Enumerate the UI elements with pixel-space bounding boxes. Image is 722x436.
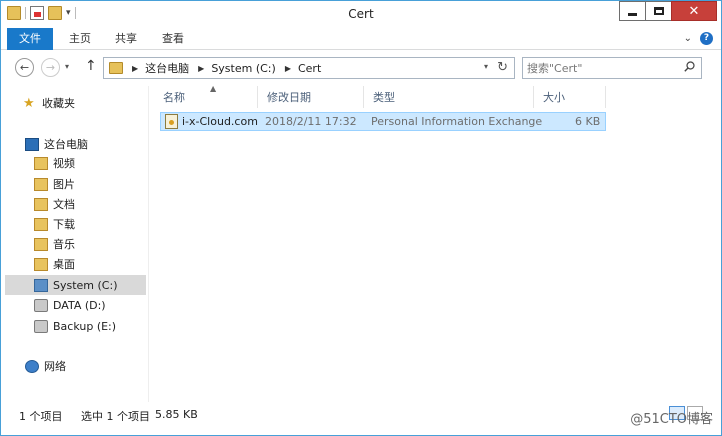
- breadcrumb-separator-icon[interactable]: ▶: [132, 64, 138, 73]
- sidebar-item-this-pc[interactable]: 这台电脑: [25, 134, 88, 154]
- documents-folder-icon: [34, 197, 48, 211]
- sidebar-item-label: 图片: [53, 178, 75, 191]
- file-date: 2018/2/11 17:32: [265, 115, 357, 128]
- file-size: 6 KB: [575, 115, 601, 128]
- sidebar-item-label: System (C:): [53, 278, 118, 292]
- refresh-icon[interactable]: ↻: [497, 60, 508, 75]
- sidebar-item-label: 收藏夹: [42, 97, 75, 110]
- status-bar: 1 个项目 选中 1 个项目 5.85 KB @51CTO博客: [1, 402, 721, 435]
- sidebar-item-downloads[interactable]: 下载: [34, 214, 75, 234]
- breadcrumb-system-c[interactable]: System (C:): [211, 62, 276, 75]
- sidebar-item-documents[interactable]: 文档: [34, 194, 75, 214]
- sort-ascending-icon: ▲: [210, 84, 217, 93]
- search-input[interactable]: [527, 60, 677, 76]
- navigation-bar: ← → ▾ ↑ ▶ 这台电脑 ▶ System (C:) ▶ Cert ▾ ↻: [1, 50, 721, 86]
- sidebar-item-label: 下载: [53, 218, 75, 231]
- downloads-folder-icon: [34, 217, 48, 231]
- tab-view[interactable]: 查看: [156, 28, 190, 50]
- pictures-folder-icon: [34, 177, 48, 191]
- recent-locations-dropdown-icon[interactable]: ▾: [65, 62, 69, 71]
- sidebar-item-data-d[interactable]: DATA (D:): [34, 295, 106, 315]
- minimize-icon: [628, 12, 637, 16]
- sidebar-item-network[interactable]: 网络: [25, 356, 66, 376]
- sidebar-item-music[interactable]: 音乐: [34, 234, 75, 254]
- search-box[interactable]: [522, 57, 702, 79]
- back-button[interactable]: ←: [15, 58, 34, 77]
- videos-folder-icon: [34, 156, 48, 170]
- arrow-left-icon: ←: [19, 61, 30, 74]
- sidebar-item-backup-e[interactable]: Backup (E:): [34, 316, 116, 336]
- close-button[interactable]: ✕: [671, 1, 717, 21]
- sidebar-item-label: 文档: [53, 198, 75, 211]
- sidebar-item-label: 这台电脑: [44, 138, 88, 151]
- search-icon[interactable]: [684, 61, 695, 72]
- minimize-button[interactable]: [619, 1, 646, 21]
- ribbon-right-controls: ⌄ ?: [684, 32, 713, 45]
- window-controls: ✕: [619, 1, 717, 21]
- close-icon: ✕: [688, 3, 700, 19]
- computer-icon: [25, 137, 39, 151]
- sidebar-item-label: Backup (E:): [53, 319, 117, 333]
- sidebar-item-label: 视频: [53, 157, 75, 170]
- table-row[interactable]: i-x-Cloud.com 2018/2/11 17:32 Personal I…: [160, 112, 606, 131]
- address-dropdown-icon[interactable]: ▾: [484, 62, 488, 71]
- breadcrumb-separator-icon[interactable]: ▶: [285, 64, 291, 73]
- folder-icon: [109, 62, 123, 74]
- file-name: i-x-Cloud.com: [182, 115, 258, 128]
- file-list: 名称 ▲ 修改日期 类型 大小 i-x-Cloud.com 2018/2/11 …: [149, 84, 721, 402]
- title-bar: ▾ Cert ✕: [1, 1, 721, 28]
- pfx-certificate-icon: [165, 114, 178, 129]
- sidebar-item-system-c[interactable]: System (C:): [5, 275, 146, 295]
- item-count: 1 个项目: [19, 410, 63, 423]
- arrow-right-icon: →: [45, 61, 56, 74]
- sidebar-item-desktop[interactable]: 桌面: [34, 254, 75, 274]
- up-arrow-icon[interactable]: ↑: [85, 58, 97, 74]
- sidebar-item-label: 网络: [44, 360, 66, 373]
- sidebar-item-videos[interactable]: 视频: [34, 153, 75, 173]
- file-type: Personal Information Exchange: [371, 115, 543, 128]
- network-icon: [25, 359, 39, 373]
- selected-count: 选中 1 个项目: [81, 410, 150, 423]
- navigation-pane: ★ 收藏夹 这台电脑 视频 图片 文档 下载 音乐 桌面 System (C:)…: [1, 86, 149, 402]
- breadcrumb-cert[interactable]: Cert: [298, 62, 321, 75]
- desktop-folder-icon: [34, 257, 48, 271]
- sidebar-item-favorites[interactable]: ★ 收藏夹: [23, 93, 75, 113]
- ribbon-tabs: 文件 主页 共享 查看 ⌄ ?: [1, 28, 721, 50]
- star-icon: ★: [23, 95, 35, 111]
- expand-ribbon-icon[interactable]: ⌄: [684, 33, 692, 44]
- address-bar[interactable]: ▶ 这台电脑 ▶ System (C:) ▶ Cert ▾ ↻: [103, 57, 515, 79]
- forward-button[interactable]: →: [41, 58, 60, 77]
- tab-share[interactable]: 共享: [111, 28, 141, 50]
- music-folder-icon: [34, 237, 48, 251]
- watermark: @51CTO博客: [630, 412, 713, 427]
- tab-file[interactable]: 文件: [7, 28, 53, 50]
- window-title: Cert: [348, 7, 374, 21]
- sidebar-item-label: DATA (D:): [53, 298, 106, 312]
- column-header-label: 名称: [163, 91, 185, 104]
- column-header-name[interactable]: 名称 ▲: [154, 84, 258, 108]
- maximize-button[interactable]: [645, 1, 672, 21]
- selected-size: 5.85 KB: [155, 408, 198, 421]
- tab-home[interactable]: 主页: [63, 28, 97, 50]
- column-header-label: 修改日期: [267, 91, 311, 104]
- sidebar-item-label: 桌面: [53, 258, 75, 271]
- column-header-type[interactable]: 类型: [364, 86, 534, 108]
- drive-icon: [34, 319, 48, 333]
- explorer-window: ▾ Cert ✕ 文件 主页 共享 查看 ⌄ ? ← → ▾ ↑ ▶ 这台电脑 …: [0, 0, 722, 436]
- breadcrumb-this-pc[interactable]: 这台电脑: [145, 60, 189, 76]
- breadcrumb-separator-icon[interactable]: ▶: [198, 64, 204, 73]
- help-icon[interactable]: ?: [700, 32, 713, 45]
- column-header-date[interactable]: 修改日期: [258, 86, 364, 108]
- column-header-label: 类型: [373, 91, 395, 104]
- sidebar-item-pictures[interactable]: 图片: [34, 174, 75, 194]
- column-header-size[interactable]: 大小: [534, 86, 606, 108]
- system-drive-icon: [34, 278, 48, 292]
- sidebar-item-label: 音乐: [53, 238, 75, 251]
- drive-icon: [34, 298, 48, 312]
- maximize-icon: [653, 7, 664, 15]
- column-header-label: 大小: [543, 91, 565, 104]
